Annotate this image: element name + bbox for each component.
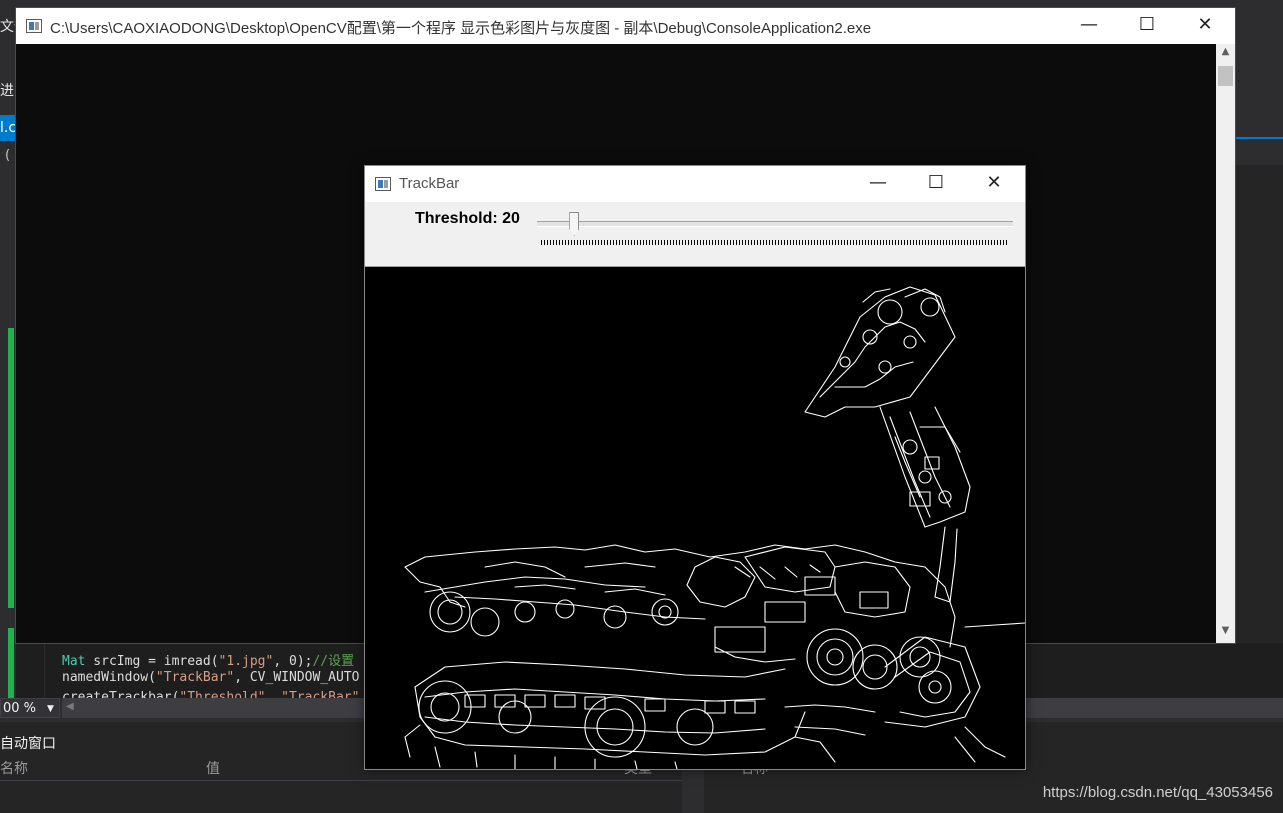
vs-nav-dropdown[interactable]: ( [5, 148, 10, 163]
vs-document-tab[interactable]: l.c [0, 115, 15, 141]
scroll-left-icon[interactable]: ◀ [66, 701, 74, 712]
zoom-value: 00 % [3, 701, 37, 716]
trackbar-window[interactable]: TrackBar — ☐ ✕ Threshold: 20 [364, 165, 1026, 770]
column-header-name[interactable]: 名称 [0, 758, 28, 778]
vs-toolbar-item[interactable]: 进 [0, 80, 16, 100]
scrollbar-thumb[interactable] [1218, 66, 1233, 86]
change-indicator-bar [8, 328, 14, 608]
edge-drawing [404, 286, 1025, 769]
console-titlebar[interactable]: C:\Users\CAOXIAODONG\Desktop\OpenCV配置\第一… [16, 8, 1235, 44]
close-button[interactable]: ✕ [1182, 8, 1228, 44]
trackbar-title: TrackBar [399, 175, 460, 192]
column-header-value[interactable]: 值 [206, 758, 220, 778]
change-indicator-bar [8, 628, 14, 698]
code-line: Mat srcImg = imread("1.jpg", 0);//设置 [62, 654, 355, 669]
scroll-down-icon[interactable]: ▼ [1216, 625, 1235, 641]
watermark: https://blog.csdn.net/qq_43053456 [1042, 784, 1273, 801]
canny-edge-image [365, 267, 1025, 769]
minimize-button[interactable]: — [1066, 8, 1112, 44]
minimize-button[interactable]: — [855, 166, 901, 202]
autos-panel-title: 自动窗口 [0, 736, 56, 752]
header-divider [0, 780, 700, 781]
trackbar-titlebar[interactable]: TrackBar — ☐ ✕ [365, 166, 1025, 202]
threshold-slider-thumb[interactable] [569, 212, 580, 236]
code-line: createTrackbar("Threshold", "TrackBar" [62, 690, 360, 698]
vs-right-tab-underline [1236, 137, 1283, 139]
vs-solution-explorer [1236, 165, 1283, 645]
threshold-label: Threshold: 20 [415, 210, 520, 227]
code-line: namedWindow("TrackBar", CV_WINDOW_AUTO [62, 670, 360, 685]
console-title: C:\Users\CAOXIAODONG\Desktop\OpenCV配置\第一… [50, 20, 872, 37]
zoom-dropdown[interactable]: 00 % ▼ [0, 698, 60, 718]
chevron-down-icon: ▼ [47, 704, 54, 714]
vs-menu-file[interactable]: 文件 [0, 16, 16, 36]
editor-margin [16, 643, 45, 698]
threshold-slider-track[interactable] [537, 221, 1013, 227]
scroll-up-icon[interactable]: ▲ [1216, 46, 1235, 62]
close-button[interactable]: ✕ [971, 166, 1017, 202]
trackbar-panel: Threshold: 20 [365, 202, 1025, 267]
slider-tick-marks [541, 240, 1009, 245]
maximize-button[interactable]: ☐ [1124, 8, 1170, 44]
console-app-icon [26, 19, 42, 33]
trackbar-app-icon [375, 177, 391, 191]
maximize-button[interactable]: ☐ [913, 166, 959, 202]
console-scrollbar[interactable]: ▲ ▼ [1216, 44, 1235, 643]
